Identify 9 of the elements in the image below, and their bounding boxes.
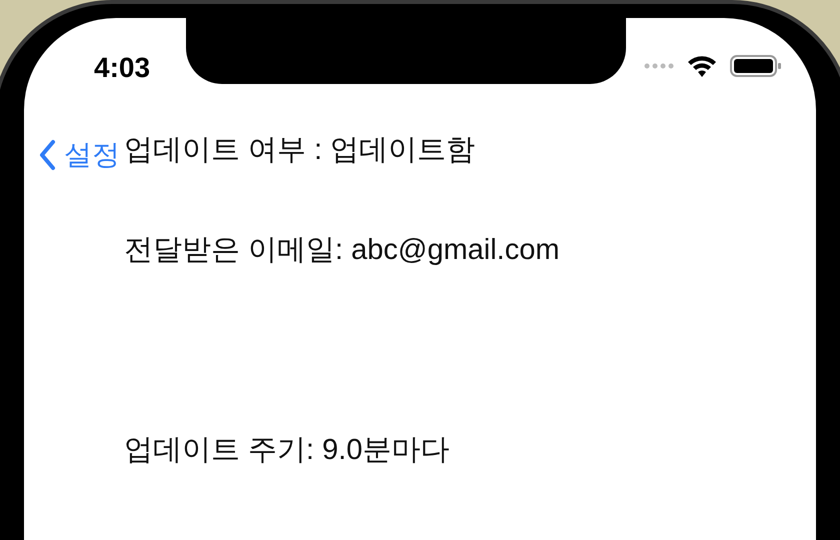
battery-icon [730, 54, 782, 78]
info-text: 업데이트 주기: 9.0분마다 [124, 433, 450, 468]
wifi-icon [686, 54, 718, 78]
chevron-left-icon [38, 139, 56, 171]
status-time: 4:03 [94, 52, 150, 84]
signal-icon [644, 63, 674, 69]
info-text: 전달받은 이메일: abc@gmail.com [124, 233, 561, 268]
back-button[interactable]: 설정 [38, 136, 120, 174]
info-text: 업데이트 여부 : 업데이트함 [124, 133, 476, 168]
